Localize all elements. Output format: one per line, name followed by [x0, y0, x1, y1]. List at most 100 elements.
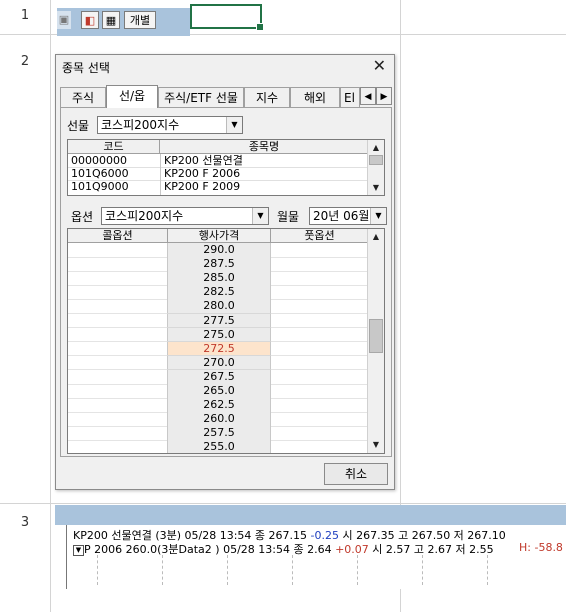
- put-cell[interactable]: [271, 328, 368, 343]
- scroll-up-icon[interactable]: ▲: [368, 140, 384, 155]
- tab-stock-etf-futures[interactable]: 주식/ETF 선물: [158, 87, 244, 107]
- option-row[interactable]: 287.5: [68, 257, 368, 272]
- call-cell[interactable]: [68, 243, 168, 258]
- chart-title-bar: [55, 505, 566, 525]
- options-underlying-select[interactable]: 코스피200지수 ▼: [101, 207, 269, 225]
- tab-overseas[interactable]: 해외: [290, 87, 340, 107]
- strike-cell: 282.5: [168, 285, 271, 300]
- put-cell[interactable]: [271, 314, 368, 329]
- call-cell[interactable]: [68, 426, 168, 441]
- chart-type-icon[interactable]: ◧: [81, 11, 99, 29]
- call-cell[interactable]: [68, 412, 168, 427]
- selected-cell[interactable]: [190, 4, 264, 31]
- option-row[interactable]: 257.5: [68, 426, 368, 441]
- option-row[interactable]: 275.0: [68, 327, 368, 343]
- put-cell[interactable]: [271, 356, 368, 371]
- put-cell[interactable]: [271, 243, 368, 258]
- call-cell[interactable]: [68, 313, 168, 329]
- scroll-up-icon[interactable]: ▲: [368, 229, 384, 244]
- tab-elw[interactable]: El: [340, 87, 360, 107]
- table-icon[interactable]: ▦: [102, 11, 120, 29]
- printer-icon[interactable]: ▣: [57, 11, 71, 29]
- chevron-down-icon: ▼: [226, 117, 242, 133]
- call-cell[interactable]: [68, 257, 168, 272]
- tab-scroll-right-icon[interactable]: ▶: [376, 87, 392, 105]
- put-cell[interactable]: [271, 384, 368, 399]
- put-cell[interactable]: [271, 440, 368, 453]
- strike-cell: 272.5: [168, 341, 271, 357]
- table-row[interactable]: 101Q9000 KP200 F 2009: [68, 180, 369, 193]
- futures-name: KP200 F 2009: [164, 180, 241, 193]
- put-cell[interactable]: [271, 299, 368, 315]
- cancel-button[interactable]: 취소: [324, 463, 388, 485]
- collapse-icon[interactable]: ▼: [73, 544, 84, 556]
- option-row[interactable]: 255.0: [68, 440, 368, 453]
- chevron-down-icon: ▼: [370, 208, 386, 224]
- put-cell[interactable]: [271, 271, 368, 286]
- table-row[interactable]: 101Q6000 KP200 F 2006: [68, 167, 369, 181]
- call-cell[interactable]: [68, 355, 168, 371]
- options-scrollbar[interactable]: ▲ ▼: [367, 229, 384, 453]
- option-row[interactable]: 277.5: [68, 313, 368, 329]
- chevron-down-icon: ▼: [252, 208, 268, 224]
- row-header-2[interactable]: 2: [0, 54, 50, 69]
- row-header-3[interactable]: 3: [0, 515, 50, 530]
- scroll-down-icon[interactable]: ▼: [368, 437, 384, 452]
- put-cell[interactable]: [271, 426, 368, 441]
- scroll-down-icon[interactable]: ▼: [368, 180, 384, 195]
- close-icon[interactable]: ✕: [373, 57, 386, 75]
- call-cell[interactable]: [68, 341, 168, 357]
- options-label: 옵션: [71, 210, 94, 224]
- call-cell[interactable]: [68, 285, 168, 300]
- options-col-put: 풋옵션: [271, 229, 369, 243]
- scroll-thumb[interactable]: [369, 155, 383, 165]
- embedded-toolbar: ▣ ◧ ▦ 개별: [57, 8, 190, 36]
- tab-stocks[interactable]: 주식: [60, 87, 106, 107]
- individual-button[interactable]: 개별: [124, 11, 156, 29]
- put-cell[interactable]: [271, 412, 368, 427]
- option-row[interactable]: 267.5: [68, 369, 368, 385]
- tab-scroll-left-icon[interactable]: ◀: [360, 87, 376, 105]
- option-row[interactable]: 272.5: [68, 341, 368, 357]
- option-row[interactable]: 285.0: [68, 271, 368, 286]
- put-change: +0.07: [335, 543, 369, 556]
- chart-legend-put: ▼ P 2006 260.0(3분Data2 ) 05/28 13:54 종 2.…: [73, 541, 494, 557]
- option-row[interactable]: 262.5: [68, 398, 368, 413]
- futures-options-panel: 선물 코스피200지수 ▼ 코드 종목명 00000000 KP200 선물연결…: [60, 107, 392, 457]
- option-row[interactable]: 280.0: [68, 299, 368, 315]
- call-cell[interactable]: [68, 398, 168, 413]
- futures-name: KP200 선물연결: [164, 154, 243, 167]
- put-cell[interactable]: [271, 398, 368, 413]
- option-row[interactable]: 290.0: [68, 243, 368, 258]
- put-cell[interactable]: [271, 342, 368, 357]
- put-cell[interactable]: [271, 370, 368, 385]
- strike-cell: 287.5: [168, 257, 271, 272]
- call-cell[interactable]: [68, 369, 168, 385]
- call-cell[interactable]: [68, 440, 168, 453]
- call-cell[interactable]: [68, 271, 168, 286]
- strike-cell: 285.0: [168, 271, 271, 286]
- put-cell[interactable]: [271, 285, 368, 300]
- option-row[interactable]: 265.0: [68, 384, 368, 399]
- futures-name: KP200 F 2006: [164, 167, 241, 180]
- fill-handle[interactable]: [256, 23, 264, 31]
- scroll-thumb[interactable]: [369, 319, 383, 353]
- futures-underlying-select[interactable]: 코스피200지수 ▼: [97, 116, 243, 134]
- tab-index[interactable]: 지수: [244, 87, 290, 107]
- call-cell[interactable]: [68, 384, 168, 399]
- put-legend-text: P 2006 260.0(3분Data2 ) 05/28 13:54 종 2.6…: [84, 543, 336, 556]
- call-cell[interactable]: [68, 327, 168, 343]
- call-cell[interactable]: [68, 299, 168, 315]
- option-row[interactable]: 270.0: [68, 355, 368, 371]
- table-row[interactable]: 00000000 KP200 선물연결: [68, 154, 369, 168]
- option-row[interactable]: 260.0: [68, 412, 368, 427]
- row-header-1[interactable]: 1: [0, 8, 50, 23]
- month-select[interactable]: 20년 06월 ▼: [309, 207, 387, 225]
- options-underlying-value: 코스피200지수: [105, 209, 184, 223]
- option-row[interactable]: 282.5: [68, 285, 368, 300]
- futures-scrollbar[interactable]: ▲ ▼: [367, 140, 384, 195]
- tab-futures-options[interactable]: 선/옵: [106, 85, 158, 108]
- futures-table: 코드 종목명 00000000 KP200 선물연결 101Q6000 KP20…: [67, 139, 385, 196]
- put-cell[interactable]: [271, 257, 368, 272]
- chart-area[interactable]: KP200 선물연결 (3분) 05/28 13:54 종 267.15 -0.…: [66, 525, 566, 589]
